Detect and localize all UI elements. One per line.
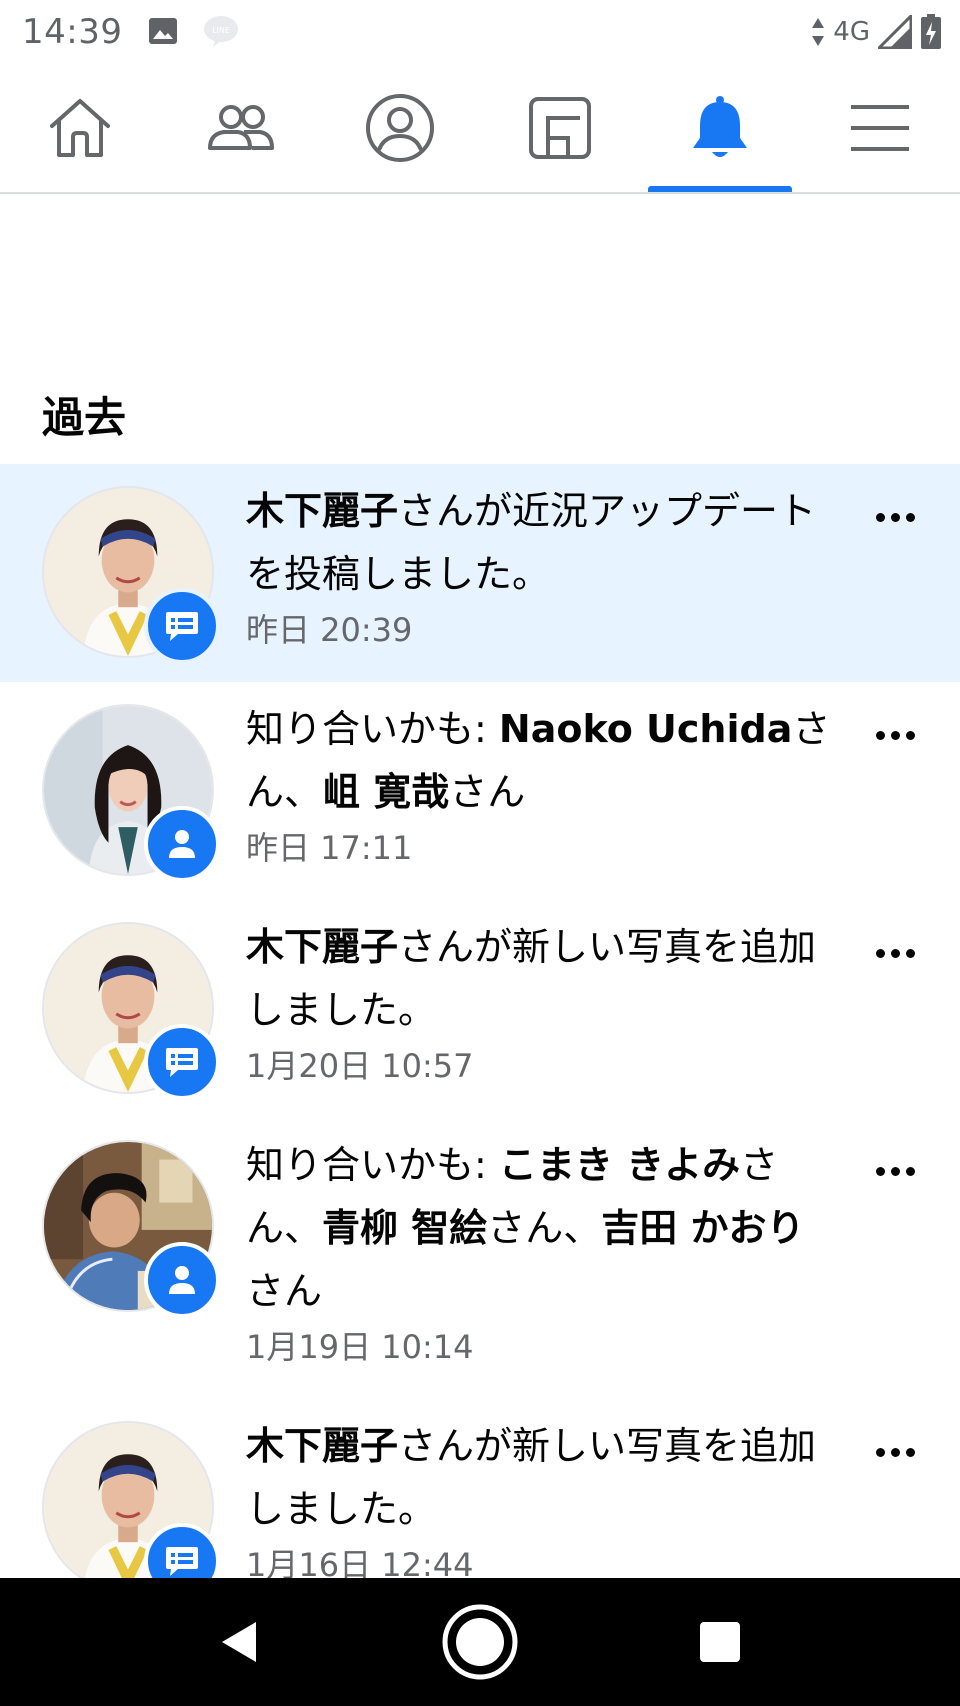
suggested-name-2: 青柳 智絵 xyxy=(322,1206,488,1250)
suggested-name-1: こまき きよみ xyxy=(498,1143,741,1187)
status-time: 14:39 xyxy=(22,12,123,52)
text-separator: さん、 xyxy=(487,1206,602,1250)
more-options-button[interactable] xyxy=(862,492,928,542)
notification-time: 1月19日 10:14 xyxy=(246,1328,474,1366)
notification-time: 昨日 17:11 xyxy=(246,829,413,867)
notification-item[interactable]: 木下麗子さんが新しい写真を追加しました。 1月20日 10:57 xyxy=(0,900,960,1118)
comment-icon xyxy=(166,1547,198,1576)
bell-icon xyxy=(693,96,747,157)
actor-name: 木下麗子 xyxy=(246,925,399,969)
battery-charging-icon xyxy=(921,14,941,49)
recents-button[interactable] xyxy=(680,1602,760,1682)
suggested-name-2: 岨 寛哉 xyxy=(322,770,450,814)
notification-content: 木下麗子さんが新しい写真を追加しました。 1月20日 10:57 xyxy=(246,916,836,1088)
tab-menu[interactable] xyxy=(808,64,952,192)
suggested-name-3: 吉田 かおり xyxy=(601,1206,805,1250)
tab-pages[interactable] xyxy=(488,64,632,192)
text-suffix: さん xyxy=(246,1269,323,1313)
top-navigation xyxy=(0,64,960,194)
status-bar: 14:39 LINE 4G xyxy=(0,0,960,64)
avatar[interactable] xyxy=(42,486,220,664)
actor-name: 木下麗子 xyxy=(246,489,399,533)
notification-text: 木下麗子さんが新しい写真を追加しました。 xyxy=(246,1415,836,1541)
text-prefix: 知り合いかも: xyxy=(246,1143,499,1187)
svg-text:LINE: LINE xyxy=(212,26,230,35)
system-navigation-bar xyxy=(0,1578,960,1706)
network-type: 4G xyxy=(833,17,870,47)
more-options-button[interactable] xyxy=(862,928,928,978)
home-circle-icon xyxy=(442,1604,518,1680)
notification-content: 知り合いかも: Naoko Uchidaさん、岨 寛哉さん 昨日 17:11 xyxy=(246,698,836,870)
notification-text: 木下麗子さんが近況アップデートを投稿しました。 xyxy=(246,480,836,606)
hamburger-icon xyxy=(851,105,909,151)
notification-item[interactable]: 木下麗子さんが近況アップデートを投稿しました。 昨日 20:39 xyxy=(0,464,960,682)
notification-time: 昨日 20:39 xyxy=(246,611,413,649)
notification-list: 木下麗子さんが近況アップデートを投稿しました。 昨日 20:39 知り合いかも:… xyxy=(0,464,960,1617)
text-prefix: 知り合いかも: xyxy=(246,707,499,751)
badge xyxy=(144,806,220,882)
home-button[interactable] xyxy=(440,1602,520,1682)
notification-text: 知り合いかも: Naoko Uchidaさん、岨 寛哉さん xyxy=(246,698,836,824)
more-options-button[interactable] xyxy=(862,1146,928,1196)
notification-content: 木下麗子さんが近況アップデートを投稿しました。 昨日 20:39 xyxy=(246,480,836,652)
signal-icon xyxy=(878,15,912,49)
badge xyxy=(144,1024,220,1100)
notification-content: 知り合いかも: こまき きよみさん、青柳 智絵さん、吉田 かおりさん 1月19日… xyxy=(246,1134,836,1369)
notification-text: 木下麗子さんが新しい写真を追加しました。 xyxy=(246,916,836,1042)
person-icon xyxy=(169,1266,195,1294)
tab-home[interactable] xyxy=(8,64,152,192)
back-icon xyxy=(222,1622,256,1662)
tab-profile[interactable] xyxy=(328,64,472,192)
suggested-name-1: Naoko Uchida xyxy=(498,707,793,751)
profile-icon xyxy=(366,94,434,162)
line-icon: LINE xyxy=(204,16,238,47)
text-suffix: さん xyxy=(449,770,526,814)
image-icon xyxy=(149,18,177,44)
pages-icon xyxy=(529,97,591,159)
data-arrows-icon xyxy=(812,18,825,46)
avatar[interactable] xyxy=(42,1140,220,1318)
more-options-button[interactable] xyxy=(862,710,928,760)
back-button[interactable] xyxy=(200,1602,280,1682)
badge xyxy=(144,1242,220,1318)
status-right: 4G xyxy=(811,12,942,52)
notification-text: 知り合いかも: こまき きよみさん、青柳 智絵さん、吉田 かおりさん xyxy=(246,1134,836,1323)
notification-item[interactable]: 知り合いかも: Naoko Uchidaさん、岨 寛哉さん 昨日 17:11 xyxy=(0,682,960,900)
active-tab-indicator xyxy=(648,186,792,192)
avatar[interactable] xyxy=(42,704,220,882)
notification-content: 木下麗子さんが新しい写真を追加しました。 1月16日 12:44 xyxy=(246,1415,836,1587)
notification-time: 1月20日 10:57 xyxy=(246,1047,474,1085)
actor-name: 木下麗子 xyxy=(246,1424,399,1468)
tab-friends[interactable] xyxy=(168,64,312,192)
avatar[interactable] xyxy=(42,1421,220,1599)
comment-icon xyxy=(166,612,198,641)
home-icon xyxy=(50,99,110,157)
recents-icon xyxy=(700,1622,740,1662)
person-icon xyxy=(169,830,195,858)
notification-item[interactable]: 知り合いかも: こまき きよみさん、青柳 智絵さん、吉田 かおりさん 1月19日… xyxy=(0,1118,960,1399)
badge xyxy=(144,588,220,664)
more-options-button[interactable] xyxy=(862,1427,928,1477)
friends-icon xyxy=(208,105,274,150)
section-title: 過去 xyxy=(42,393,127,442)
comment-icon xyxy=(166,1048,198,1077)
avatar[interactable] xyxy=(42,922,220,1100)
tab-notifications[interactable] xyxy=(648,64,792,192)
